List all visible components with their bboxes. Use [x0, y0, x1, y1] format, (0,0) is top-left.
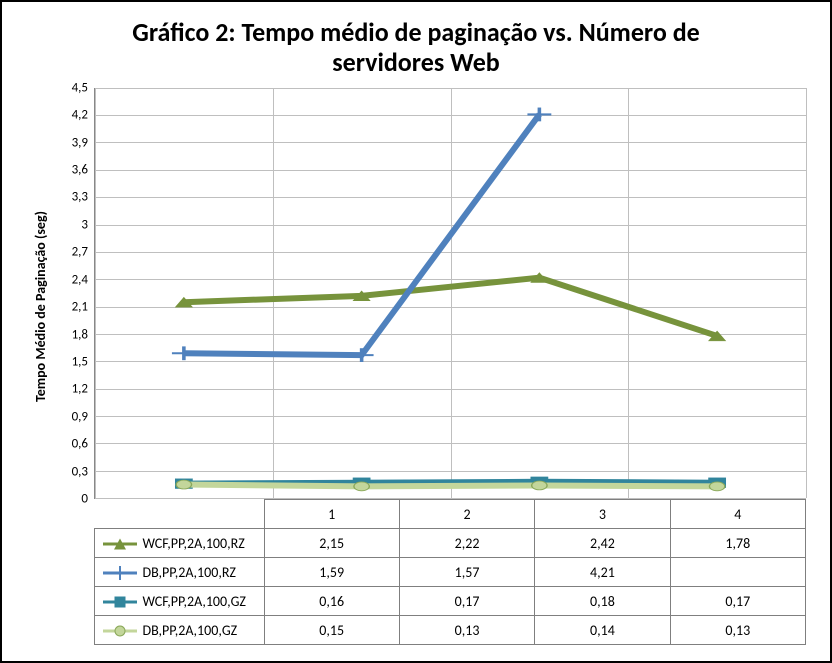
y-tick-label: 1,8	[54, 327, 88, 342]
data-cell: 4,21	[535, 558, 670, 587]
table-spacer	[54, 558, 94, 587]
chart-frame: Gráfico 2: Tempo médio de paginação vs. …	[0, 0, 832, 663]
data-marker	[172, 346, 196, 360]
y-tick-label: 3,6	[54, 163, 88, 178]
series-name: DB,PP,2A,100,GZ	[143, 622, 238, 639]
grid-line-vertical	[806, 88, 807, 498]
data-table: 1234WCF,PP,2A,100,RZ2,152,222,421,78DB,P…	[54, 499, 806, 645]
data-cell: 0,13	[670, 616, 805, 645]
table-spacer	[94, 500, 264, 529]
x-category-label: 2	[399, 500, 534, 529]
data-cell: 1,78	[670, 529, 805, 558]
legend-cell: DB,PP,2A,100,RZ	[94, 558, 264, 587]
y-tick-label: 3,9	[54, 135, 88, 150]
data-cell: 0,14	[535, 616, 670, 645]
chart-body: Tempo Médio de Paginação (seg) 0 0,3 0,6 0,…	[26, 88, 806, 645]
y-tick-label: 1,2	[54, 382, 88, 397]
data-cell: 0,16	[264, 587, 399, 616]
table-row: WCF,PP,2A,100,RZ 2,152,222,421,78	[54, 529, 806, 558]
legend-cell: DB,PP,2A,100,GZ	[94, 616, 264, 645]
chart-title-line2: servidores Web	[332, 46, 500, 78]
data-cell: 0,17	[670, 587, 805, 616]
triangle-icon	[114, 539, 126, 550]
data-marker	[354, 482, 369, 491]
y-tick-label: 3,3	[54, 190, 88, 205]
y-tick-label: 1,5	[54, 354, 88, 369]
chart-title-line1: Gráfico 2: Tempo médio de paginação vs. …	[132, 16, 699, 48]
table-spacer	[54, 587, 94, 616]
data-cell	[670, 558, 805, 587]
data-marker	[527, 107, 551, 121]
y-axis-ticks: 00,30,60,91,21,51,82,12,42,733,33,63,94,…	[54, 88, 94, 499]
data-cell: 0,13	[399, 616, 534, 645]
x-category-label: 1	[264, 500, 399, 529]
y-tick-label: 3	[54, 217, 88, 232]
plot-shell: 00,30,60,91,21,51,82,12,42,733,33,63,94,…	[54, 88, 806, 499]
y-tick-label: 2,7	[54, 245, 88, 260]
x-category-label: 4	[670, 500, 805, 529]
data-cell: 1,59	[264, 558, 399, 587]
square-icon	[114, 597, 125, 608]
y-axis-label: Tempo Médio de Paginação (seg)	[32, 211, 49, 402]
series-name: DB,PP,2A,100,RZ	[143, 564, 236, 581]
legend-swatch	[103, 566, 137, 580]
legend-swatch	[103, 537, 137, 551]
grid-line-horizontal	[95, 498, 806, 499]
data-cell: 2,22	[399, 529, 534, 558]
chart-title: Gráfico 2: Tempo médio de paginação vs. …	[26, 18, 806, 78]
table-spacer	[54, 529, 94, 558]
table-row: DB,PP,2A,100,GZ0,150,130,140,13	[54, 616, 806, 645]
y-tick-label: 0,9	[54, 409, 88, 424]
data-cell: 0,15	[264, 616, 399, 645]
circle-icon	[114, 626, 125, 637]
y-tick-label: 0,3	[54, 464, 88, 479]
chart-lines-svg	[95, 88, 806, 498]
data-marker	[709, 482, 724, 491]
data-marker	[350, 348, 374, 362]
data-marker	[532, 481, 547, 490]
plus-icon	[113, 566, 127, 580]
data-cell: 0,18	[535, 587, 670, 616]
y-tick-label: 4,2	[54, 108, 88, 123]
legend-swatch	[103, 595, 137, 609]
series-line	[184, 114, 540, 355]
plot-area	[94, 88, 806, 499]
data-cell: 0,17	[399, 587, 534, 616]
table-row: WCF,PP,2A,100,GZ0,160,170,180,17	[54, 587, 806, 616]
series-name: WCF,PP,2A,100,GZ	[143, 593, 246, 610]
data-marker	[176, 480, 191, 489]
y-tick-label: 0,6	[54, 437, 88, 452]
y-tick-label: 4,5	[54, 80, 88, 95]
legend-cell: WCF,PP,2A,100,GZ	[94, 587, 264, 616]
x-category-label: 3	[535, 500, 670, 529]
y-tick-label: 0	[54, 492, 88, 507]
series-line	[184, 277, 717, 335]
data-cell: 2,15	[264, 529, 399, 558]
series-line	[184, 484, 717, 486]
y-tick-label: 2,4	[54, 272, 88, 287]
y-tick-label: 2,1	[54, 300, 88, 315]
table-row: DB,PP,2A,100,RZ 1,591,574,21	[54, 558, 806, 587]
series-name: WCF,PP,2A,100,RZ	[143, 535, 245, 552]
y-axis-label-wrap: Tempo Médio de Paginação (seg)	[26, 88, 54, 645]
data-cell: 1,57	[399, 558, 534, 587]
table-spacer	[54, 616, 94, 645]
legend-cell: WCF,PP,2A,100,RZ	[94, 529, 264, 558]
chart-column: 0 0,3 0,6 0,9 1,2 1,5 1,8 2,1 2,4 2,7 3 3,3 3,6 3,9 4,…	[54, 88, 806, 645]
data-cell: 2,42	[535, 529, 670, 558]
legend-swatch	[103, 624, 137, 638]
